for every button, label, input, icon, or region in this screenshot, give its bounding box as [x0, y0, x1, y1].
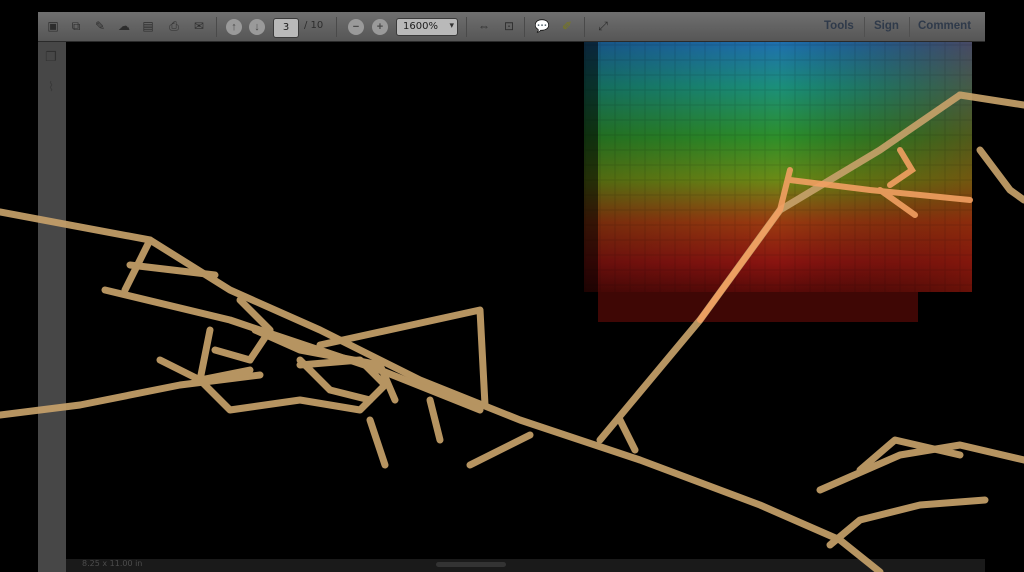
heatmap-image [584, 42, 972, 322]
document-artwork [0, 42, 1024, 572]
